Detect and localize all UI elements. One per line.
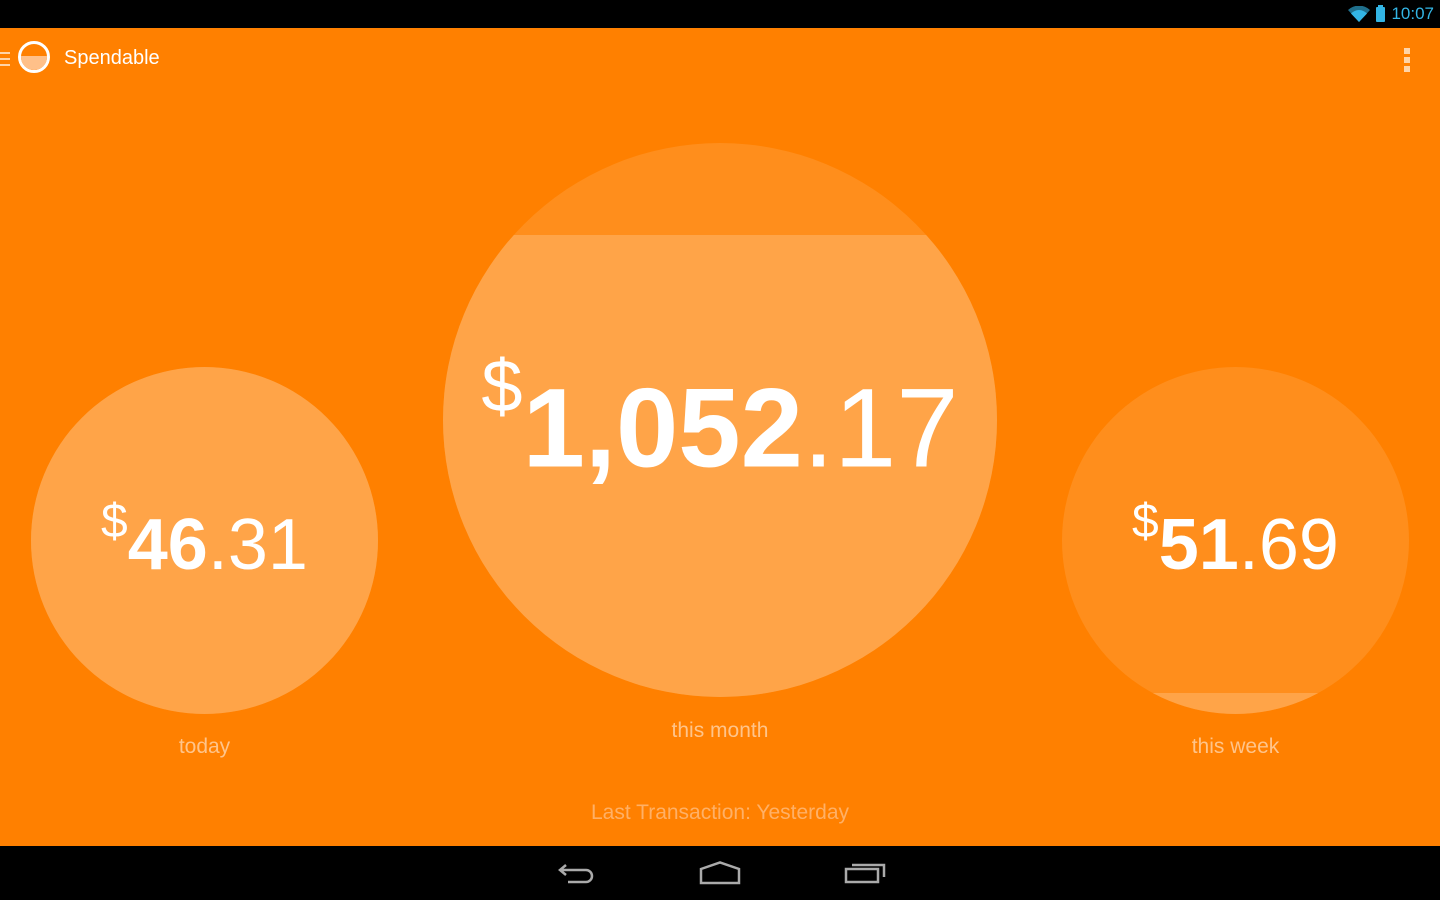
amount-whole: 46 xyxy=(127,504,208,585)
wifi-icon xyxy=(1348,6,1371,22)
amount-cents: .69 xyxy=(1238,504,1339,585)
status-bar: 10:07 xyxy=(0,0,1440,28)
currency-symbol: $ xyxy=(1132,494,1159,548)
label-month: this month xyxy=(671,719,769,742)
recents-icon xyxy=(844,863,886,884)
amount-whole: 1,052 xyxy=(522,365,803,491)
gauge-week[interactable]: $51.69 xyxy=(1062,367,1409,714)
amount-week: $51.69 xyxy=(1062,495,1409,586)
amount-month: $1,052.17 xyxy=(443,345,997,493)
back-icon xyxy=(558,864,594,884)
amount-cents: .17 xyxy=(802,365,959,491)
recents-button[interactable] xyxy=(841,858,889,888)
navigation-bar xyxy=(0,846,1440,900)
drawer-icon[interactable] xyxy=(0,52,10,66)
home-icon xyxy=(699,861,741,885)
currency-symbol: $ xyxy=(481,344,523,428)
clock: 10:07 xyxy=(1391,4,1434,23)
label-today: today xyxy=(178,735,231,758)
amount-cents: .31 xyxy=(207,504,308,585)
status-icons: 10:07 xyxy=(1348,0,1434,28)
home-button[interactable] xyxy=(696,858,744,888)
app-logo-icon[interactable] xyxy=(18,41,50,73)
currency-symbol: $ xyxy=(101,494,128,548)
back-button[interactable] xyxy=(552,858,600,888)
gauge-week-fill xyxy=(1062,693,1409,714)
last-transaction: Last Transaction: Yesterday xyxy=(591,801,849,824)
overflow-menu-icon[interactable] xyxy=(1404,48,1410,72)
battery-icon xyxy=(1376,4,1386,22)
amount-whole: 51 xyxy=(1158,504,1239,585)
label-week: this week xyxy=(1191,735,1280,758)
app-title[interactable]: Spendable xyxy=(64,47,160,70)
gauge-today[interactable]: $46.31 xyxy=(31,367,378,714)
gauge-month[interactable]: $1,052.17 xyxy=(443,143,997,697)
amount-today: $46.31 xyxy=(31,495,378,586)
action-bar: Spendable xyxy=(0,28,1440,92)
